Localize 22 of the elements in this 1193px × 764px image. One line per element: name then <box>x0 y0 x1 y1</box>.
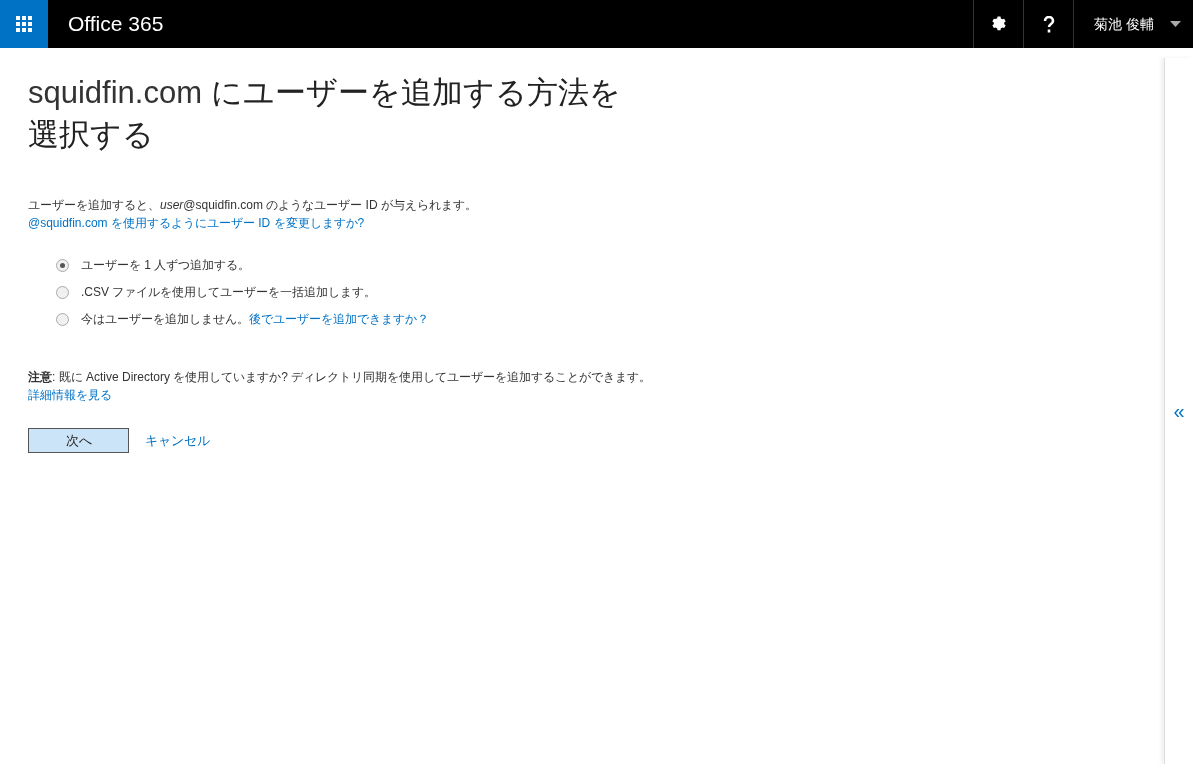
page-heading: squidfin.com にユーザーを追加する方法を選択する <box>28 74 622 154</box>
app-title[interactable]: Office 365 <box>68 8 164 40</box>
waffle-icon <box>16 16 32 32</box>
next-button[interactable]: 次へ <box>28 428 129 453</box>
expand-panel-button[interactable]: « <box>1173 401 1185 421</box>
user-menu-button[interactable]: 菊池 俊輔 <box>1073 0 1193 48</box>
intro-text: ユーザーを追加すると、user@squidfin.com のようなユーザー ID が与えられます。 @squidfin.com を使用するようにユーザー ID を変更しますか? <box>28 197 478 232</box>
caret-icon <box>1170 21 1181 27</box>
note-text: 注意: 既に Active Directory を使用していますか? ディレクトリ同期を使用してユーザーを追加することができます。 詳細情報を見る <box>28 369 653 404</box>
settings-icon <box>989 15 1008 33</box>
learn-more-link[interactable]: 詳細情報を見る <box>28 388 112 402</box>
cancel-link[interactable]: キャンセル <box>145 430 210 451</box>
radio-button[interactable] <box>56 285 69 299</box>
help-icon <box>1042 15 1055 33</box>
option-label[interactable]: 今はユーザーを追加しません。 <box>81 310 249 328</box>
radio-button[interactable] <box>56 258 69 272</box>
change-user-id-link[interactable]: @squidfin.com を使用するようにユーザー ID を変更しますか? <box>28 216 365 230</box>
app-launcher-button[interactable] <box>0 0 48 48</box>
add-later-link[interactable]: 後でユーザーを追加できますか？ <box>249 310 429 328</box>
option-label[interactable]: ユーザーを 1 人ずつ追加する。 <box>81 256 251 274</box>
option-label[interactable]: .CSV ファイルを使用してユーザーを一括追加します。 <box>81 283 377 301</box>
radio-button[interactable] <box>56 312 69 326</box>
